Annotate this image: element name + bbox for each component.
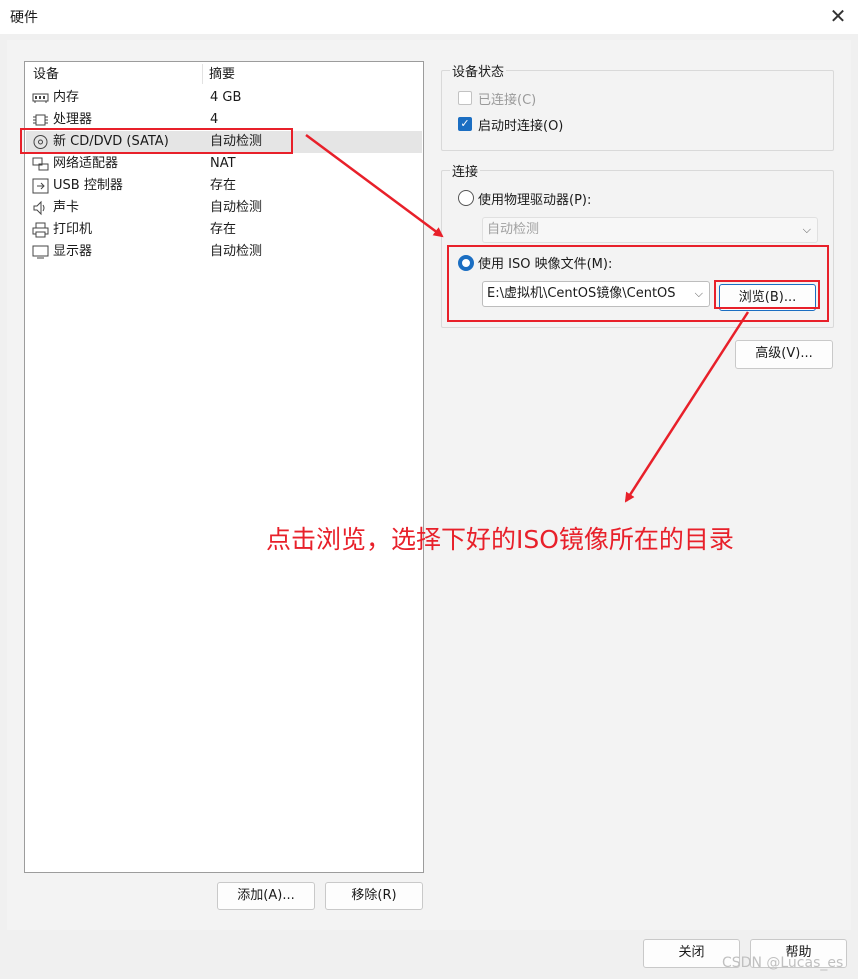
arrow-to-iso xyxy=(305,133,444,238)
annotation-text: 点击浏览，选择下好的ISO镜像所在的目录 xyxy=(266,525,734,554)
annotation-arrows xyxy=(305,133,750,503)
watermark: CSDN @Lucas_es xyxy=(722,955,844,971)
arrow-from-browse xyxy=(624,311,750,503)
